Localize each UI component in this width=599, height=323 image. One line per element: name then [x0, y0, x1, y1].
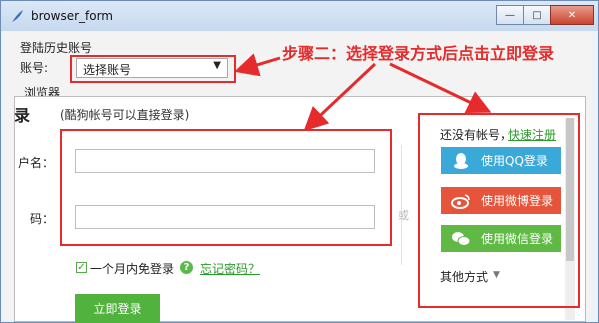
annotation-arrows [234, 53, 492, 132]
arrow-to-select [234, 53, 281, 77]
arrow-to-social [389, 62, 492, 114]
arrow-to-credentials [303, 62, 377, 132]
